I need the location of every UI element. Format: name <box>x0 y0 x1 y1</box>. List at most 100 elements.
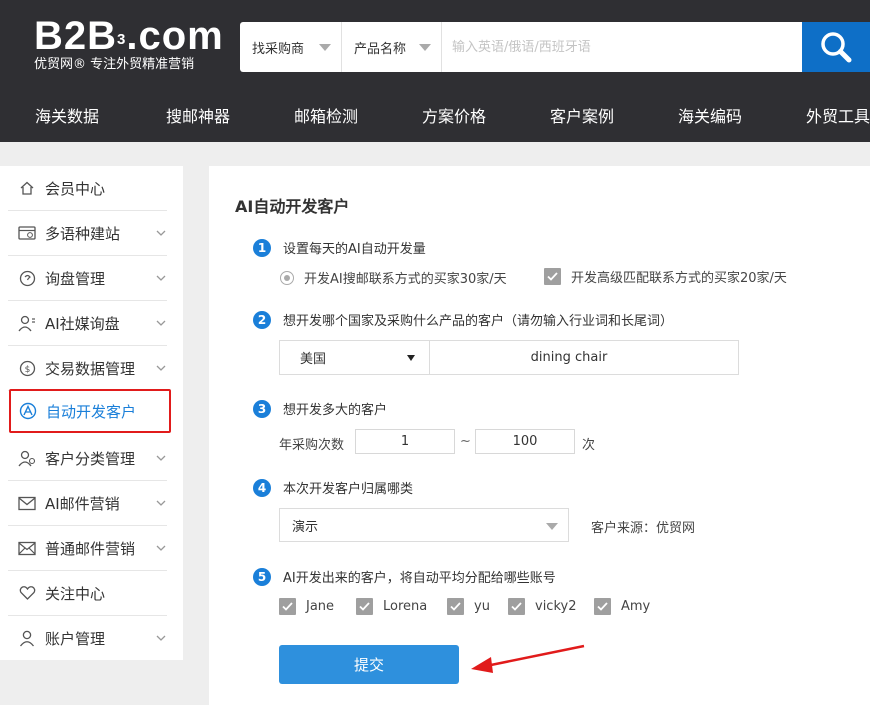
quota-option-label: 开发高级匹配联系方式的买家20家/天 <box>571 271 787 286</box>
inquiry-icon <box>18 269 36 287</box>
account-checkbox-yu[interactable]: yu <box>447 598 490 615</box>
account-name: Lorena <box>383 599 428 614</box>
step-text: 想开发哪个国家及采购什么产品的客户（请勿输入行业词和长尾词） <box>283 314 674 329</box>
sidebar-item-trade-data[interactable]: $ 交易数据管理 <box>8 346 167 391</box>
purchase-max-input[interactable]: 100 <box>475 429 575 454</box>
sidebar-item-label: 关注中心 <box>45 584 106 603</box>
sidebar-item-normal-mail[interactable]: 普通邮件营销 <box>8 526 167 571</box>
sidebar-item-follow-center[interactable]: 关注中心 <box>8 571 167 616</box>
account-name: Jane <box>306 599 335 614</box>
trade-data-icon: $ <box>18 359 36 377</box>
nav-email-finder[interactable]: 搜邮神器 <box>134 92 262 142</box>
checkbox[interactable] <box>356 598 373 615</box>
radio-button[interactable] <box>280 270 294 285</box>
sidebar-item-customer-category[interactable]: 客户分类管理 <box>8 436 167 481</box>
check-icon <box>597 602 608 611</box>
account-checkbox-lorena[interactable]: Lorena <box>356 598 427 615</box>
chevron-down-icon <box>546 523 558 530</box>
step-4: 4 本次开发客户归属哪类 <box>253 478 413 497</box>
step-text: 本次开发客户归属哪类 <box>283 482 414 497</box>
chevron-down-icon <box>156 230 166 236</box>
customer-group-select[interactable]: 演示 <box>279 508 569 542</box>
checkbox[interactable] <box>508 598 525 615</box>
chevron-down-icon <box>156 500 166 506</box>
logo-text: B2B <box>34 14 118 58</box>
step-number: 2 <box>253 310 271 329</box>
mail-icon <box>18 539 36 557</box>
svg-text:$: $ <box>24 365 30 375</box>
search-field-value: 产品名称 <box>354 41 407 57</box>
sidebar-item-label: 会员中心 <box>45 179 106 198</box>
sidebar-item-label: 多语种建站 <box>45 224 121 243</box>
quota-option-label: 开发AI搜邮联系方式的买家30家/天 <box>304 272 507 287</box>
check-icon <box>359 602 370 611</box>
search-bar: 找采购商 产品名称 <box>240 22 870 72</box>
checkbox[interactable] <box>544 268 561 285</box>
account-icon <box>18 630 36 648</box>
quota-option-ai-search[interactable]: 开发AI搜邮联系方式的买家30家/天 <box>280 268 507 287</box>
sidebar-item-label: 普通邮件营销 <box>45 539 136 558</box>
check-icon <box>450 602 461 611</box>
search-type-select[interactable]: 找采购商 <box>240 22 342 72</box>
sidebar-item-auto-develop[interactable]: 自动开发客户 <box>9 389 171 433</box>
nav-trade-tools[interactable]: 外贸工具 <box>774 92 870 142</box>
country-product-box: 美国 dining chair <box>279 340 739 375</box>
checkbox[interactable] <box>594 598 611 615</box>
sidebar-item-account[interactable]: 账户管理 <box>8 616 167 661</box>
purchase-count-label: 年采购次数 <box>279 438 345 453</box>
step-text: 设置每天的AI自动开发量 <box>283 242 426 257</box>
ai-mail-icon <box>18 494 36 512</box>
social-user-icon <box>18 314 36 332</box>
step-number: 4 <box>253 478 271 497</box>
checkbox[interactable] <box>279 598 296 615</box>
sidebar-item-ai-mail[interactable]: AI邮件营销 <box>8 481 167 526</box>
chevron-down-icon <box>156 455 166 461</box>
site-logo[interactable]: B2B3.com 优贸网® 专注外贸精准营销 <box>34 14 224 73</box>
country-select[interactable]: 美国 <box>280 341 430 374</box>
account-checkbox-amy[interactable]: Amy <box>594 598 650 615</box>
top-header: B2B3.com 优贸网® 专注外贸精准营销 找采购商 产品名称 <box>0 0 870 92</box>
sidebar-item-inquiry[interactable]: 询盘管理 <box>8 256 167 301</box>
account-checkbox-vicky2[interactable]: vicky2 <box>508 598 576 615</box>
quota-option-advanced-match[interactable]: 开发高级匹配联系方式的买家20家/天 <box>544 267 787 286</box>
search-field-select[interactable]: 产品名称 <box>342 22 442 72</box>
main-nav: 海关数据 搜邮神器 邮箱检测 方案价格 客户案例 海关编码 外贸工具 <box>0 92 870 142</box>
dropdown-arrow-icon <box>407 355 415 361</box>
home-icon <box>18 179 36 197</box>
checkbox[interactable] <box>447 598 464 615</box>
chevron-down-icon <box>156 365 166 371</box>
sidebar-item-label: AI社媒询盘 <box>45 314 120 333</box>
sidebar-item-label: 交易数据管理 <box>45 359 136 378</box>
range-separator: ~ <box>460 434 471 449</box>
sidebar-item-ai-social[interactable]: AI社媒询盘 <box>8 301 167 346</box>
product-input[interactable]: dining chair <box>430 341 738 374</box>
sidebar-item-member-center[interactable]: 会员中心 <box>8 166 167 211</box>
website-icon <box>18 224 36 242</box>
step-number: 5 <box>253 567 271 586</box>
search-button[interactable] <box>802 22 870 72</box>
purchase-unit: 次 <box>582 438 596 453</box>
logo-superscript: 3 <box>117 31 127 48</box>
logo-domain: .com <box>126 14 224 58</box>
nav-hs-code[interactable]: 海关编码 <box>646 92 774 142</box>
customer-group-value: 演示 <box>292 519 319 535</box>
nav-customs-data[interactable]: 海关数据 <box>0 92 134 142</box>
nav-pricing[interactable]: 方案价格 <box>390 92 518 142</box>
step-text: AI开发出来的客户，将自动平均分配给哪些账号 <box>283 571 556 586</box>
step-number: 3 <box>253 399 271 418</box>
purchase-min-input[interactable]: 1 <box>355 429 455 454</box>
check-icon <box>547 272 558 281</box>
search-icon <box>821 32 852 63</box>
nav-email-check[interactable]: 邮箱检测 <box>262 92 390 142</box>
logo-subtitle: 优贸网® 专注外贸精准营销 <box>34 57 195 72</box>
submit-button[interactable]: 提交 <box>279 645 459 684</box>
nav-cases[interactable]: 客户案例 <box>518 92 646 142</box>
chevron-down-icon <box>156 635 166 641</box>
chevron-down-icon <box>156 545 166 551</box>
page-title: AI自动开发客户 <box>235 197 350 216</box>
chevron-down-icon <box>319 44 331 51</box>
search-input[interactable] <box>442 22 802 72</box>
sidebar-item-multilingual-site[interactable]: 多语种建站 <box>8 211 167 256</box>
step-text: 想开发多大的客户 <box>283 403 388 418</box>
account-checkbox-jane[interactable]: Jane <box>279 598 334 615</box>
